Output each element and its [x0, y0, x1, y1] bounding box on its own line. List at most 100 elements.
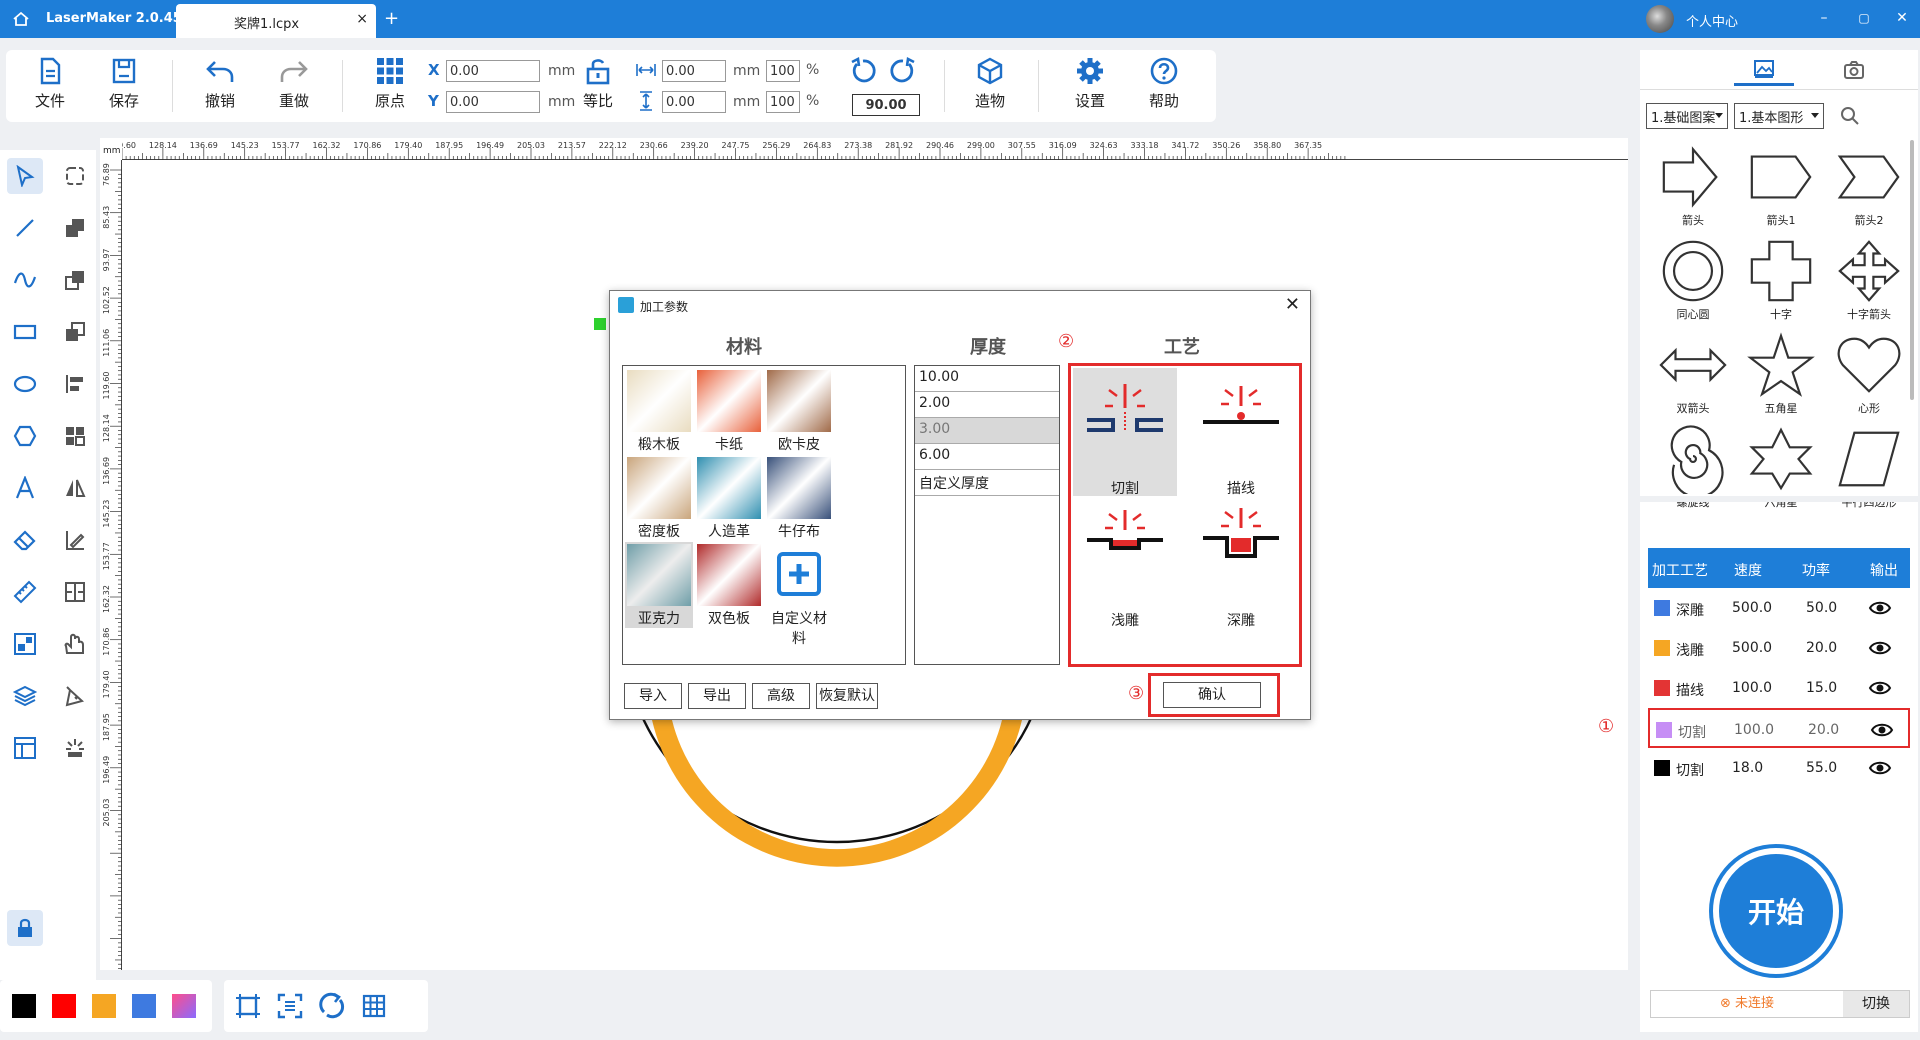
color-swatch-blue[interactable]	[132, 994, 156, 1018]
help-button[interactable]: 帮助	[1134, 56, 1194, 111]
document-tab[interactable]: 奖牌1.lcpx ×	[176, 4, 376, 38]
eye-icon[interactable]	[1868, 599, 1892, 617]
grid-view-icon[interactable]	[360, 992, 388, 1020]
shape-item[interactable]: 六角星	[1736, 424, 1826, 518]
ellipse-tool[interactable]	[7, 366, 43, 402]
shape-item[interactable]: 箭头	[1648, 142, 1738, 236]
color-swatch-orange[interactable]	[92, 994, 116, 1018]
height-percent-input[interactable]	[766, 91, 800, 113]
close-window-icon[interactable]: ✕	[1892, 8, 1912, 28]
eye-icon[interactable]	[1868, 639, 1892, 657]
image-tool[interactable]	[7, 626, 43, 662]
file-button[interactable]: 文件	[20, 56, 80, 111]
width-percent-input[interactable]	[766, 60, 800, 82]
search-icon[interactable]	[1840, 106, 1860, 126]
shape-item[interactable]: 五角星	[1736, 330, 1826, 424]
switch-button[interactable]: 切换	[1843, 991, 1909, 1017]
dialog-close-icon[interactable]: ✕	[1285, 294, 1300, 315]
shape-item[interactable]: 箭头1	[1736, 142, 1826, 236]
shape-item[interactable]: 同心圆	[1648, 236, 1738, 330]
material-item[interactable]: 亚克力	[625, 542, 693, 628]
tab-shapes[interactable]	[1734, 54, 1794, 86]
template-tool[interactable]	[7, 730, 43, 766]
thickness-item[interactable]: 2.00	[915, 392, 1059, 418]
focus-select-icon[interactable]	[276, 992, 304, 1020]
shape-item[interactable]: 心形	[1824, 330, 1914, 424]
shape-item[interactable]: 螺旋线	[1648, 424, 1738, 518]
refresh-icon[interactable]	[318, 992, 346, 1020]
curve-tool[interactable]	[7, 262, 43, 298]
shape-item[interactable]: 双箭头	[1648, 330, 1738, 424]
align-tool[interactable]	[57, 366, 93, 402]
subcategory-select[interactable]: 1.基本图形	[1734, 103, 1824, 129]
rotate-angle-input[interactable]	[852, 94, 920, 116]
color-swatch-red[interactable]	[52, 994, 76, 1018]
process-deep-engrave[interactable]: 深雕	[1189, 500, 1293, 629]
combine-tool[interactable]	[57, 210, 93, 246]
material-item[interactable]: 双色板	[695, 542, 763, 628]
rotate-ccw-icon[interactable]	[848, 56, 878, 86]
eye-icon[interactable]	[1868, 679, 1892, 697]
custom-thickness-item[interactable]: 自定义厚度	[915, 470, 1059, 496]
thickness-item[interactable]: 10.00	[915, 366, 1059, 392]
import-button[interactable]: 导入	[624, 683, 682, 709]
color-swatch-gradient[interactable]	[172, 994, 196, 1018]
new-tab-icon[interactable]: +	[384, 8, 399, 29]
material-item[interactable]: 欧卡皮	[765, 368, 833, 454]
shape-item[interactable]: 十字	[1736, 236, 1826, 330]
laser-tool[interactable]	[57, 730, 93, 766]
thickness-item-selected[interactable]: 3.00	[915, 418, 1059, 444]
restore-default-button[interactable]: 恢复默认	[816, 683, 878, 709]
measure-tool[interactable]	[7, 574, 43, 610]
tab-camera[interactable]	[1824, 54, 1884, 86]
connection-status[interactable]: ⊗ 未连接	[1651, 991, 1843, 1017]
minimize-icon[interactable]: –	[1814, 8, 1834, 28]
eye-icon[interactable]	[1870, 721, 1894, 739]
advanced-button[interactable]: 高级	[752, 683, 810, 709]
text-tool[interactable]	[7, 470, 43, 506]
maximize-icon[interactable]: ▢	[1854, 8, 1874, 28]
layer-row[interactable]: 浅雕 500.0 20.0	[1648, 628, 1910, 668]
select-tool[interactable]	[7, 158, 43, 194]
process-cut[interactable]: 切割	[1073, 368, 1177, 497]
copy-tool[interactable]	[57, 262, 93, 298]
fit-frame-icon[interactable]	[234, 992, 262, 1020]
material-item[interactable]: 卡纸	[695, 368, 763, 454]
layer-row[interactable]: 描线 100.0 15.0	[1648, 668, 1910, 708]
eye-icon[interactable]	[1868, 759, 1892, 777]
line-tool[interactable]	[7, 210, 43, 246]
layer-row[interactable]: 深雕 500.0 50.0	[1648, 588, 1910, 628]
rectangle-tool[interactable]	[7, 314, 43, 350]
mirror-tool[interactable]	[57, 470, 93, 506]
home-icon[interactable]	[12, 10, 30, 28]
layer-row[interactable]: 切割 100.0 20.0	[1648, 708, 1910, 748]
origin-button[interactable]: 原点	[360, 56, 420, 111]
avatar[interactable]	[1646, 5, 1674, 33]
process-shallow-engrave[interactable]: 浅雕	[1073, 500, 1177, 629]
hand-tool[interactable]	[57, 626, 93, 662]
user-center-link[interactable]: 个人中心	[1686, 11, 1738, 30]
confirm-button[interactable]: 确认	[1163, 682, 1261, 708]
shape-item[interactable]: 平行四边形	[1824, 424, 1914, 518]
material-item[interactable]: 椴木板	[625, 368, 693, 454]
material-item[interactable]: 牛仔布	[765, 455, 833, 541]
color-swatch-black[interactable]	[12, 994, 36, 1018]
height-input[interactable]	[662, 91, 726, 113]
material-item[interactable]: 人造革	[695, 455, 763, 541]
shape-item[interactable]: 箭头2	[1824, 142, 1914, 236]
grid-array-tool[interactable]	[57, 418, 93, 454]
thickness-item[interactable]: 6.00	[915, 444, 1059, 470]
path-tool[interactable]	[57, 678, 93, 714]
layer-row[interactable]: 切割 18.0 55.0	[1648, 748, 1910, 788]
x-position-input[interactable]	[446, 60, 540, 82]
eraser-tool[interactable]	[7, 522, 43, 558]
process-line[interactable]: 描线	[1189, 368, 1293, 497]
material-item[interactable]: 自定义材料	[765, 542, 833, 647]
proportional-button[interactable]: 等比	[568, 56, 628, 111]
start-button[interactable]: 开始	[1713, 848, 1839, 974]
layers-tool[interactable]	[7, 678, 43, 714]
width-input[interactable]	[662, 60, 726, 82]
redo-button[interactable]: 重做	[264, 56, 324, 111]
shape-item[interactable]: 十字箭头	[1824, 236, 1914, 330]
rotate-cw-icon[interactable]	[888, 56, 918, 86]
